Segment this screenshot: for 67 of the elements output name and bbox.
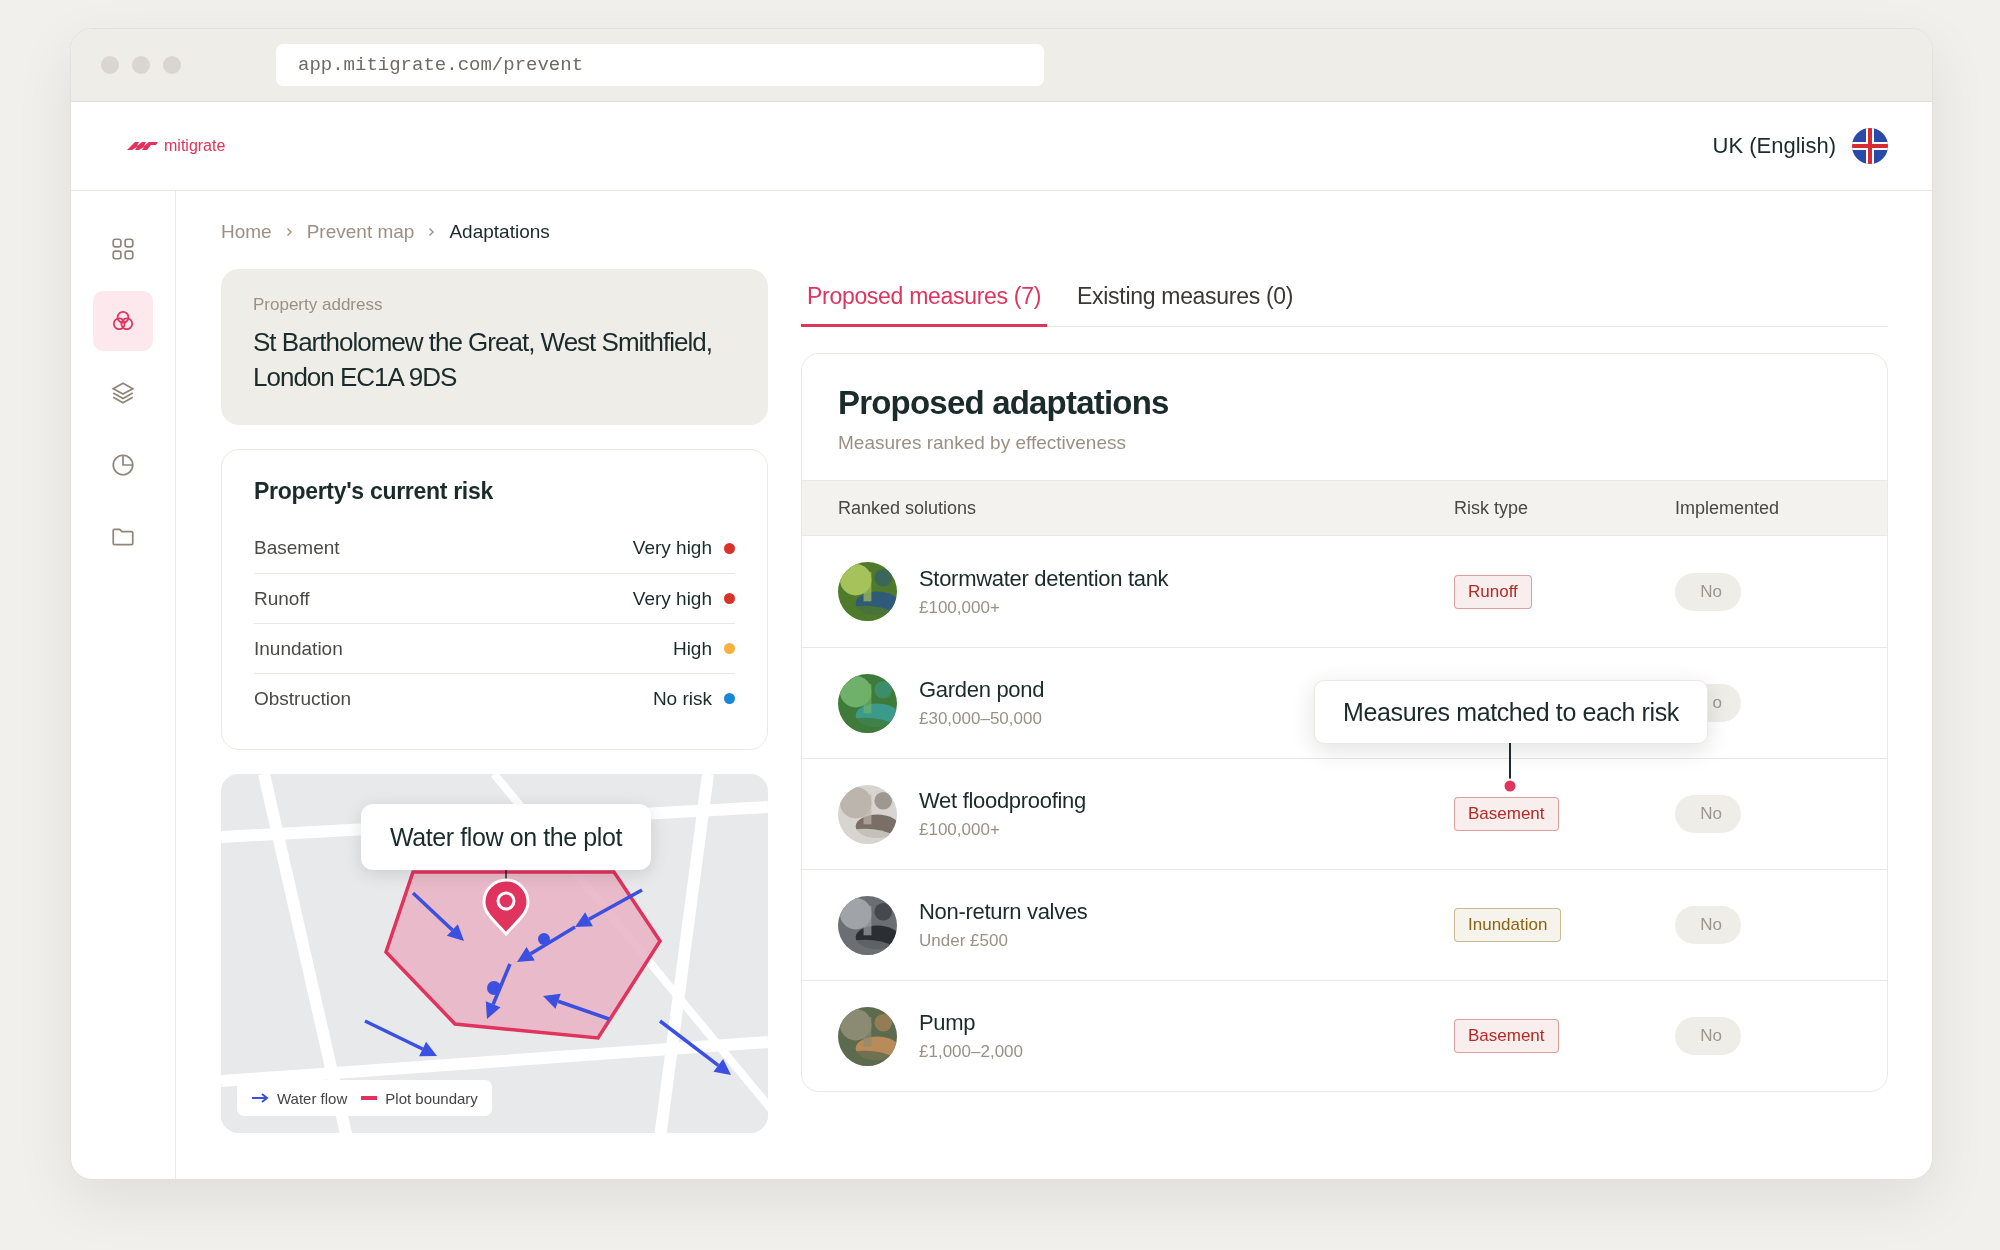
window-dot[interactable] [101, 56, 119, 74]
risk-name: Basement [254, 537, 341, 559]
implemented-status[interactable]: No [1675, 906, 1741, 944]
solution-name: Stormwater detention tank [919, 565, 1169, 592]
card-subtitle: Measures ranked by effectiveness [838, 432, 1127, 454]
breadcrumb-link[interactable]: Adaptations [449, 221, 550, 243]
column-header: Risk type [1454, 497, 1530, 519]
risk-name: Inundation [254, 637, 344, 660]
breadcrumb-link[interactable]: Prevent map [306, 221, 415, 243]
address-value: St Bartholomew the Great, West Smithfield, London EC1A 9DS [253, 326, 713, 394]
solution-name: Non-return valves [919, 899, 1088, 925]
card-title: Property's current risk [254, 478, 494, 505]
flow-point [538, 933, 550, 945]
map-pin-icon [482, 878, 530, 936]
risk-name: Runoff [254, 587, 311, 610]
implemented-status[interactable]: No [1675, 1017, 1741, 1055]
flow-arrow [575, 888, 643, 927]
flow-arrow [543, 993, 610, 1021]
chevron-icon [285, 227, 293, 237]
chevron-icon [428, 227, 436, 237]
implemented-status[interactable]: No [1675, 795, 1741, 833]
risk-tag: Basement [1454, 1019, 1559, 1053]
solution-price: £1,000–2,000 [919, 1042, 1023, 1062]
solution-price: £100,000+ [919, 597, 1001, 618]
map-callout: Water flow on the plot [361, 804, 651, 870]
solution-price: Under £500 [919, 931, 1009, 951]
risk-tag: Inundation [1454, 908, 1562, 942]
grid-icon [110, 236, 136, 262]
risk-tag: Runoff [1454, 574, 1532, 609]
flow-arrow [517, 925, 576, 962]
window-dot[interactable] [163, 56, 181, 74]
pie-chart-icon [110, 452, 136, 478]
address-bar[interactable]: app.mitigrate.com/prevent [276, 44, 1044, 86]
breadcrumb-link[interactable]: Home [221, 221, 272, 243]
column-header: Ranked solutions [838, 497, 978, 519]
solution-price: £100,000+ [919, 820, 1001, 840]
card-title: Proposed adaptations [838, 384, 1170, 422]
language-label[interactable]: UK (English) [1712, 133, 1836, 159]
risk-level: No risk [652, 687, 712, 710]
solution-name: Garden pond [919, 677, 1045, 703]
address-label: Property address [253, 295, 384, 315]
risk-name: Obstruction [254, 687, 353, 710]
logo-icon [125, 139, 159, 153]
layers-icon [110, 380, 136, 406]
flag-icon[interactable] [1852, 128, 1888, 164]
solution-name: Wet floodproofing [919, 788, 1086, 814]
callout-connector [1502, 743, 1518, 795]
risk-level: Very high [632, 587, 712, 610]
risk-level: High [672, 637, 712, 660]
sidebar-item[interactable] [93, 291, 153, 351]
flow-arrow [485, 963, 512, 1019]
legend-label: Water flow [277, 1089, 348, 1107]
flow-point [487, 981, 501, 995]
risk-tooltip: Measures matched to each risk [1314, 680, 1708, 744]
tab[interactable]: Proposed measures (7) [801, 269, 1048, 327]
risk-tag: Basement [1454, 797, 1559, 831]
risk-level: Very high [632, 537, 712, 559]
solution-price: £30,000–50,000 [919, 709, 1043, 729]
solution-name: Pump [919, 1010, 977, 1036]
legend-label: Plot boundary [385, 1089, 478, 1107]
logo-text: mitigrate [164, 137, 226, 155]
column-header: Implemented [1675, 497, 1781, 519]
arrow-icon [251, 1093, 269, 1103]
flow-arrow [411, 891, 464, 941]
window-dot[interactable] [132, 56, 150, 74]
implemented-status[interactable]: No [1675, 572, 1741, 611]
tab[interactable]: Existing measures (0) [1071, 269, 1300, 327]
